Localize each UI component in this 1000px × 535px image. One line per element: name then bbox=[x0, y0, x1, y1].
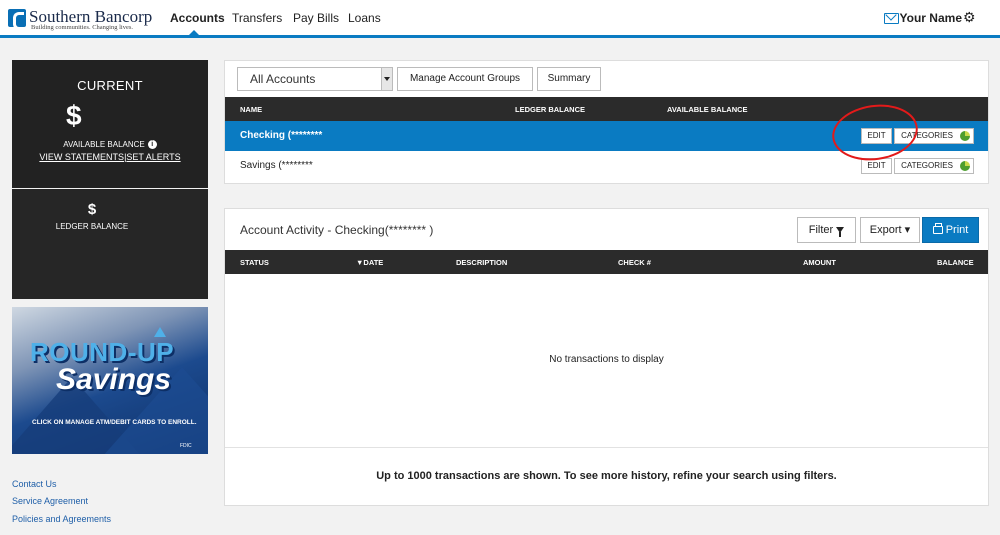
funnel-icon bbox=[836, 227, 845, 238]
column-header-ledger: LEDGER BALANCE bbox=[515, 105, 586, 114]
account-group-select-value: All Accounts bbox=[250, 72, 316, 86]
ledger-balance-label: LEDGER BALANCE bbox=[55, 222, 129, 231]
promo-subtitle: Savings bbox=[56, 363, 172, 396]
available-balance-text: AVAILABLE BALANCE bbox=[63, 140, 145, 149]
caret-down-icon: ▾ bbox=[904, 224, 911, 236]
fdic-logo: FDIC bbox=[180, 443, 192, 449]
account-group-select[interactable]: All Accounts bbox=[237, 67, 393, 91]
accounts-panel: All Accounts Manage Account Groups Summa… bbox=[224, 60, 989, 184]
filter-label: Filter bbox=[808, 224, 834, 236]
available-balance-amount: $ bbox=[66, 100, 82, 131]
nav-accounts[interactable]: Accounts bbox=[170, 11, 225, 25]
ledger-balance-amount: $ bbox=[87, 201, 97, 218]
print-icon bbox=[932, 223, 943, 235]
nav-transfers[interactable]: Transfers bbox=[232, 11, 282, 25]
bank-logo[interactable]: Southern Bancorp Building communities. C… bbox=[8, 7, 178, 31]
accounts-table-header: NAME LEDGER BALANCE AVAILABLE BALANCE bbox=[225, 97, 988, 121]
activity-footer: Up to 1000 transactions are shown. To se… bbox=[225, 447, 988, 505]
service-agreement-link[interactable]: Service Agreement bbox=[12, 496, 88, 506]
print-label: Print bbox=[945, 224, 969, 236]
categories-button[interactable]: CATEGORIES bbox=[894, 128, 974, 144]
top-nav: Southern Bancorp Building communities. C… bbox=[0, 0, 1000, 38]
empty-transactions-message: No transactions to display bbox=[549, 354, 664, 365]
available-balance-label: AVAILABLE BALANCE i bbox=[12, 140, 208, 150]
column-header-description[interactable]: DESCRIPTION bbox=[456, 258, 507, 267]
info-icon[interactable]: i bbox=[147, 140, 157, 150]
account-row-checking[interactable]: Checking (******** EDIT CATEGORIES bbox=[225, 121, 988, 151]
column-header-check[interactable]: CHECK # bbox=[618, 258, 651, 267]
chevron-down-icon[interactable] bbox=[381, 68, 392, 90]
print-button[interactable]: Print bbox=[922, 217, 979, 243]
activity-title: Account Activity - Checking(******** ) bbox=[240, 223, 434, 237]
export-button[interactable]: Export ▾ bbox=[860, 217, 920, 243]
export-label: Export bbox=[869, 224, 902, 236]
manage-account-groups-button[interactable]: Manage Account Groups bbox=[397, 67, 533, 91]
transaction-limit-note: Up to 1000 transactions are shown. To se… bbox=[376, 470, 837, 482]
mail-icon[interactable] bbox=[884, 13, 899, 24]
user-name[interactable]: Your Name bbox=[900, 11, 962, 25]
logo-mark-icon bbox=[8, 9, 26, 30]
account-activity-panel: Account Activity - Checking(******** ) F… bbox=[224, 208, 989, 506]
current-balance-card: CURRENT $ AVAILABLE BALANCE i VIEW STATEM… bbox=[12, 60, 208, 188]
categories-label: CATEGORIES bbox=[901, 161, 953, 170]
account-name[interactable]: Savings (******** bbox=[240, 160, 313, 171]
nav-loans[interactable]: Loans bbox=[348, 11, 381, 25]
account-type-label: CURRENT bbox=[77, 78, 143, 93]
pie-chart-icon bbox=[960, 161, 970, 171]
policies-link[interactable]: Policies and Agreements bbox=[12, 514, 111, 524]
gear-icon[interactable]: ⚙ bbox=[963, 10, 976, 24]
contact-us-link[interactable]: Contact Us bbox=[12, 479, 57, 489]
active-nav-caret bbox=[189, 30, 199, 35]
promo-cta: CLICK ON MANAGE ATM/DEBIT CARDS TO ENROL… bbox=[32, 419, 197, 426]
column-header-amount[interactable]: AMOUNT bbox=[803, 258, 836, 267]
summary-button[interactable]: Summary bbox=[537, 67, 601, 91]
account-row-savings[interactable]: Savings (******** EDIT CATEGORIES bbox=[225, 151, 988, 181]
logo-tagline: Building communities. Changing lives. bbox=[31, 24, 134, 31]
column-header-available: AVAILABLE BALANCE bbox=[667, 105, 748, 114]
nav-pay-bills[interactable]: Pay Bills bbox=[293, 11, 339, 25]
round-up-savings-promo[interactable]: ROUND-UP Savings CLICK ON MANAGE ATM/DEB… bbox=[12, 307, 208, 454]
filter-button[interactable]: Filter bbox=[797, 217, 856, 243]
view-statements-link[interactable]: VIEW STATEMENTS bbox=[39, 152, 124, 162]
column-header-name: NAME bbox=[240, 105, 263, 114]
set-alerts-link[interactable]: SET ALERTS bbox=[126, 152, 180, 162]
categories-label: CATEGORIES bbox=[901, 131, 953, 140]
statement-links: VIEW STATEMENTS|SET ALERTS bbox=[12, 152, 208, 162]
activity-table-header: STATUS ▼DATE DESCRIPTION CHECK # AMOUNT … bbox=[225, 250, 988, 274]
categories-button[interactable]: CATEGORIES bbox=[894, 158, 974, 174]
up-arrow-icon bbox=[154, 327, 166, 337]
column-header-date[interactable]: ▼DATE bbox=[356, 258, 383, 267]
column-header-balance[interactable]: BALANCE bbox=[937, 258, 974, 267]
pie-chart-icon bbox=[960, 131, 970, 141]
account-name[interactable]: Checking (******** bbox=[240, 130, 322, 141]
edit-button[interactable]: EDIT bbox=[861, 128, 892, 144]
ledger-balance-card: $ LEDGER BALANCE bbox=[12, 189, 208, 299]
column-header-status[interactable]: STATUS bbox=[240, 258, 269, 267]
edit-button[interactable]: EDIT bbox=[861, 158, 892, 174]
